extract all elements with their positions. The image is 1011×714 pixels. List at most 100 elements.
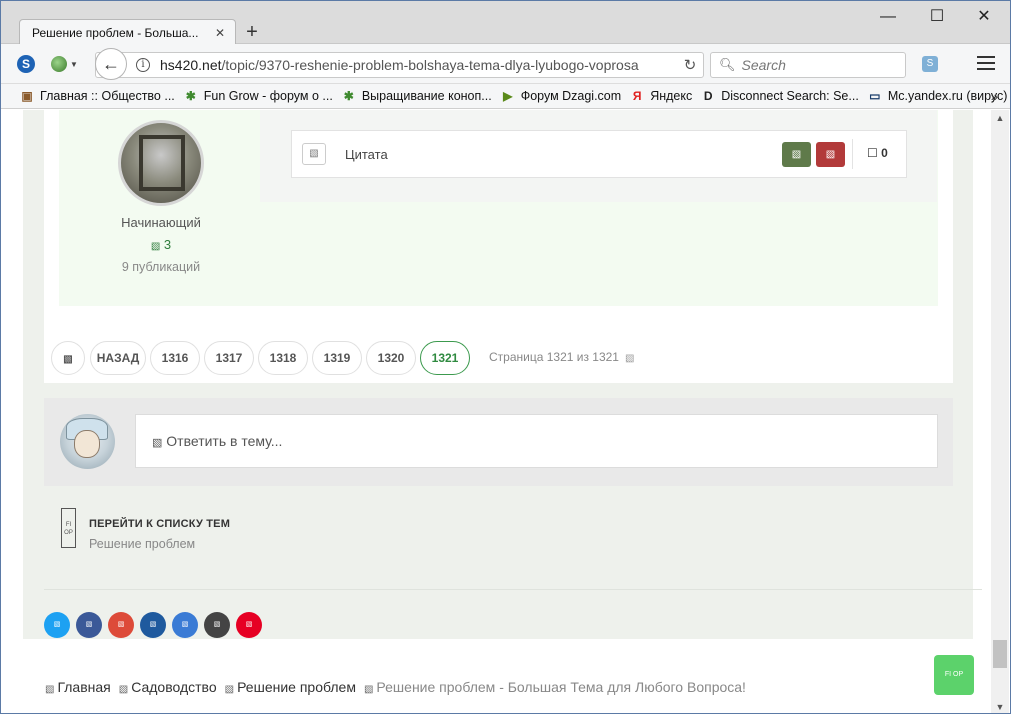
site-icon: ▣ [21,89,33,103]
page-link-current[interactable]: 1321 [420,341,470,375]
page-link[interactable]: 1320 [366,341,416,375]
like-button[interactable]: ▧ [782,142,811,167]
browser-window: Решение проблем - Больша... ✕ + — ☐ ✕ S … [0,0,1011,714]
go-to-list-title[interactable]: ПЕРЕЙТИ К СПИСКУ ТЕМ [89,518,230,530]
prev-page-button[interactable]: НАЗАД [90,341,146,375]
share-twitter-button[interactable]: ▧ [44,612,70,638]
share-twitter-icon: ▧ [53,621,61,628]
bookmark-item[interactable]: Я Яндекс [629,88,692,104]
breadcrumb-label: Решение проблем [237,679,356,695]
bookmark-item[interactable]: ✱ Выращивание коноп... [341,88,492,104]
share-linkedin-button[interactable]: ▧ [140,612,166,638]
like-icon: ▧ [791,149,802,160]
share-googleplus-button[interactable]: ▧ [108,612,134,638]
share-pinterest-icon: ▧ [245,621,253,628]
breadcrumb-icon: ▧ [224,684,235,695]
address-bar[interactable]: i hs420.net/topic/9370-reshenie-problem-… [95,52,704,78]
page-link[interactable]: 1316 [150,341,200,375]
search-placeholder: Search [741,57,786,73]
scroll-up-icon[interactable]: ▲ [991,110,1009,126]
bookmark-item[interactable]: ▣ Главная :: Общество ... [19,88,174,104]
author-avatar[interactable] [118,120,204,206]
d-icon: D [703,89,713,103]
url-text[interactable]: hs420.net/topic/9370-reshenie-problem-bo… [160,57,677,73]
bookmark-item[interactable]: ▶ Форум Dzagi.com [500,88,621,104]
extension-globe-icon [51,56,67,72]
breadcrumb-link[interactable]: ▧ Решение проблем [225,679,356,695]
reply-placeholder: ▧ Ответить в тему... [152,433,282,449]
reload-icon[interactable]: ↻ [677,56,703,74]
tab-close-icon[interactable]: ✕ [213,26,227,40]
bookmarks-overflow-icon[interactable]: » [991,89,998,104]
author-rank: Начинающий [121,215,201,230]
extension-menu[interactable]: ▼ [51,53,81,75]
new-tab-icon[interactable]: + [243,22,261,42]
reaction-count[interactable]: ☐ 0 [867,146,888,160]
pagination: ▧ НАЗАД 1316 1317 1318 1319 1320 1321 Ст… [44,326,953,383]
quote-button[interactable]: Цитата [345,147,388,162]
bookmarks-toolbar: ▣ Главная :: Общество ... ✱ Fun Grow - фору… [1,84,1010,109]
minimize-button[interactable]: — [865,5,911,29]
share-linkedin-icon: ▧ [149,621,157,628]
reputation-icon: ▧ [150,241,161,252]
close-window-button[interactable]: ✕ [961,5,1007,29]
breadcrumb-link[interactable]: ▧ Главная [45,679,111,695]
breadcrumb: ▧ Главная ▧ Садоводство ▧ Решение проблем ▧ Реш… [45,679,746,695]
bookmark-item[interactable]: ▭ Mc.yandex.ru (вирус) [867,88,1008,104]
share-facebook-button[interactable]: ▧ [76,612,102,638]
skype-icon[interactable]: S [922,56,938,72]
share-googleplus-icon: ▧ [117,621,125,628]
page-link[interactable]: 1319 [312,341,362,375]
leaf-icon: ✱ [185,89,196,103]
first-page-icon: ▧ [63,354,73,365]
share-pinterest-button[interactable]: ▧ [236,612,262,638]
avatar-face [74,430,100,458]
reaction-checkbox-icon: ☐ [867,146,878,160]
section-divider [44,589,982,590]
bookmark-item[interactable]: D Disconnect Search: Se... [700,88,859,104]
go-to-topic-list[interactable]: FI OP ПЕРЕЙТИ К СПИСКУ ТЕМ Решение пробле… [61,508,361,558]
dislike-button[interactable]: ▧ [816,142,845,167]
breadcrumb-link[interactable]: ▧ Садоводство [119,679,217,695]
title-bar: Решение проблем - Больша... ✕ + — ☐ ✕ [1,1,1010,45]
scrollbar-thumb[interactable] [993,640,1007,668]
chevron-down-icon: ▼ [70,59,78,69]
page-link[interactable]: 1318 [258,341,308,375]
browser-tab[interactable]: Решение проблем - Больша... ✕ [19,19,236,45]
bookmark-label: Mc.yandex.ru (вирус) [887,89,1008,103]
vertical-scrollbar[interactable]: ▲ ▼ [991,110,1009,713]
page-jump-icon: ▧ [624,353,635,364]
first-page-button[interactable]: ▧ [51,341,85,375]
share-buttons: ▧ ▧ ▧ ▧ ▧ ▧ ▧ [44,612,262,638]
bookmark-label: Fun Grow - форум о ... [203,89,333,103]
share-email-icon: ▧ [213,621,221,628]
scroll-to-top-button[interactable]: FI OP [934,655,974,695]
share-digg-button[interactable]: ▧ [172,612,198,638]
scroll-down-icon[interactable]: ▼ [991,699,1009,713]
page-info[interactable]: Страница 1321 из 1321 ▧ [489,350,634,364]
breadcrumb-current: ▧ Решение проблем - Большая Тема для Любо… [364,679,746,695]
page-link[interactable]: 1317 [204,341,254,375]
reputation-value: 3 [163,237,172,252]
maximize-button[interactable]: ☐ [914,5,960,29]
back-button[interactable]: ← [95,48,127,80]
breadcrumb-icon: ▧ [45,684,55,695]
back-arrow-icon: ← [102,54,120,74]
share-digg-icon: ▧ [181,621,189,628]
leaf-icon: ✱ [343,89,354,103]
bookmark-item[interactable]: ✱ Fun Grow - форум о ... [183,88,333,104]
share-facebook-icon: ▧ [85,621,93,628]
breadcrumb-icon: ▧ [118,684,129,695]
current-user-avatar[interactable] [60,414,115,469]
quote-icon[interactable]: ▧ [302,143,326,165]
share-email-button[interactable]: ▧ [204,612,230,638]
reply-input[interactable]: ▧ Ответить в тему... [135,414,938,468]
hamburger-menu-icon[interactable] [977,56,995,72]
search-bar[interactable]: 🔍︎ Search [710,52,906,78]
reply-icon: ▧ [152,437,163,449]
info-icon[interactable]: i [136,58,150,72]
breadcrumb-label: Главная [57,679,111,695]
topic-list-icon: FI OP [61,508,76,548]
extension-s-icon[interactable]: S [17,55,35,73]
author-reputation: ▧ 3 [91,237,231,252]
